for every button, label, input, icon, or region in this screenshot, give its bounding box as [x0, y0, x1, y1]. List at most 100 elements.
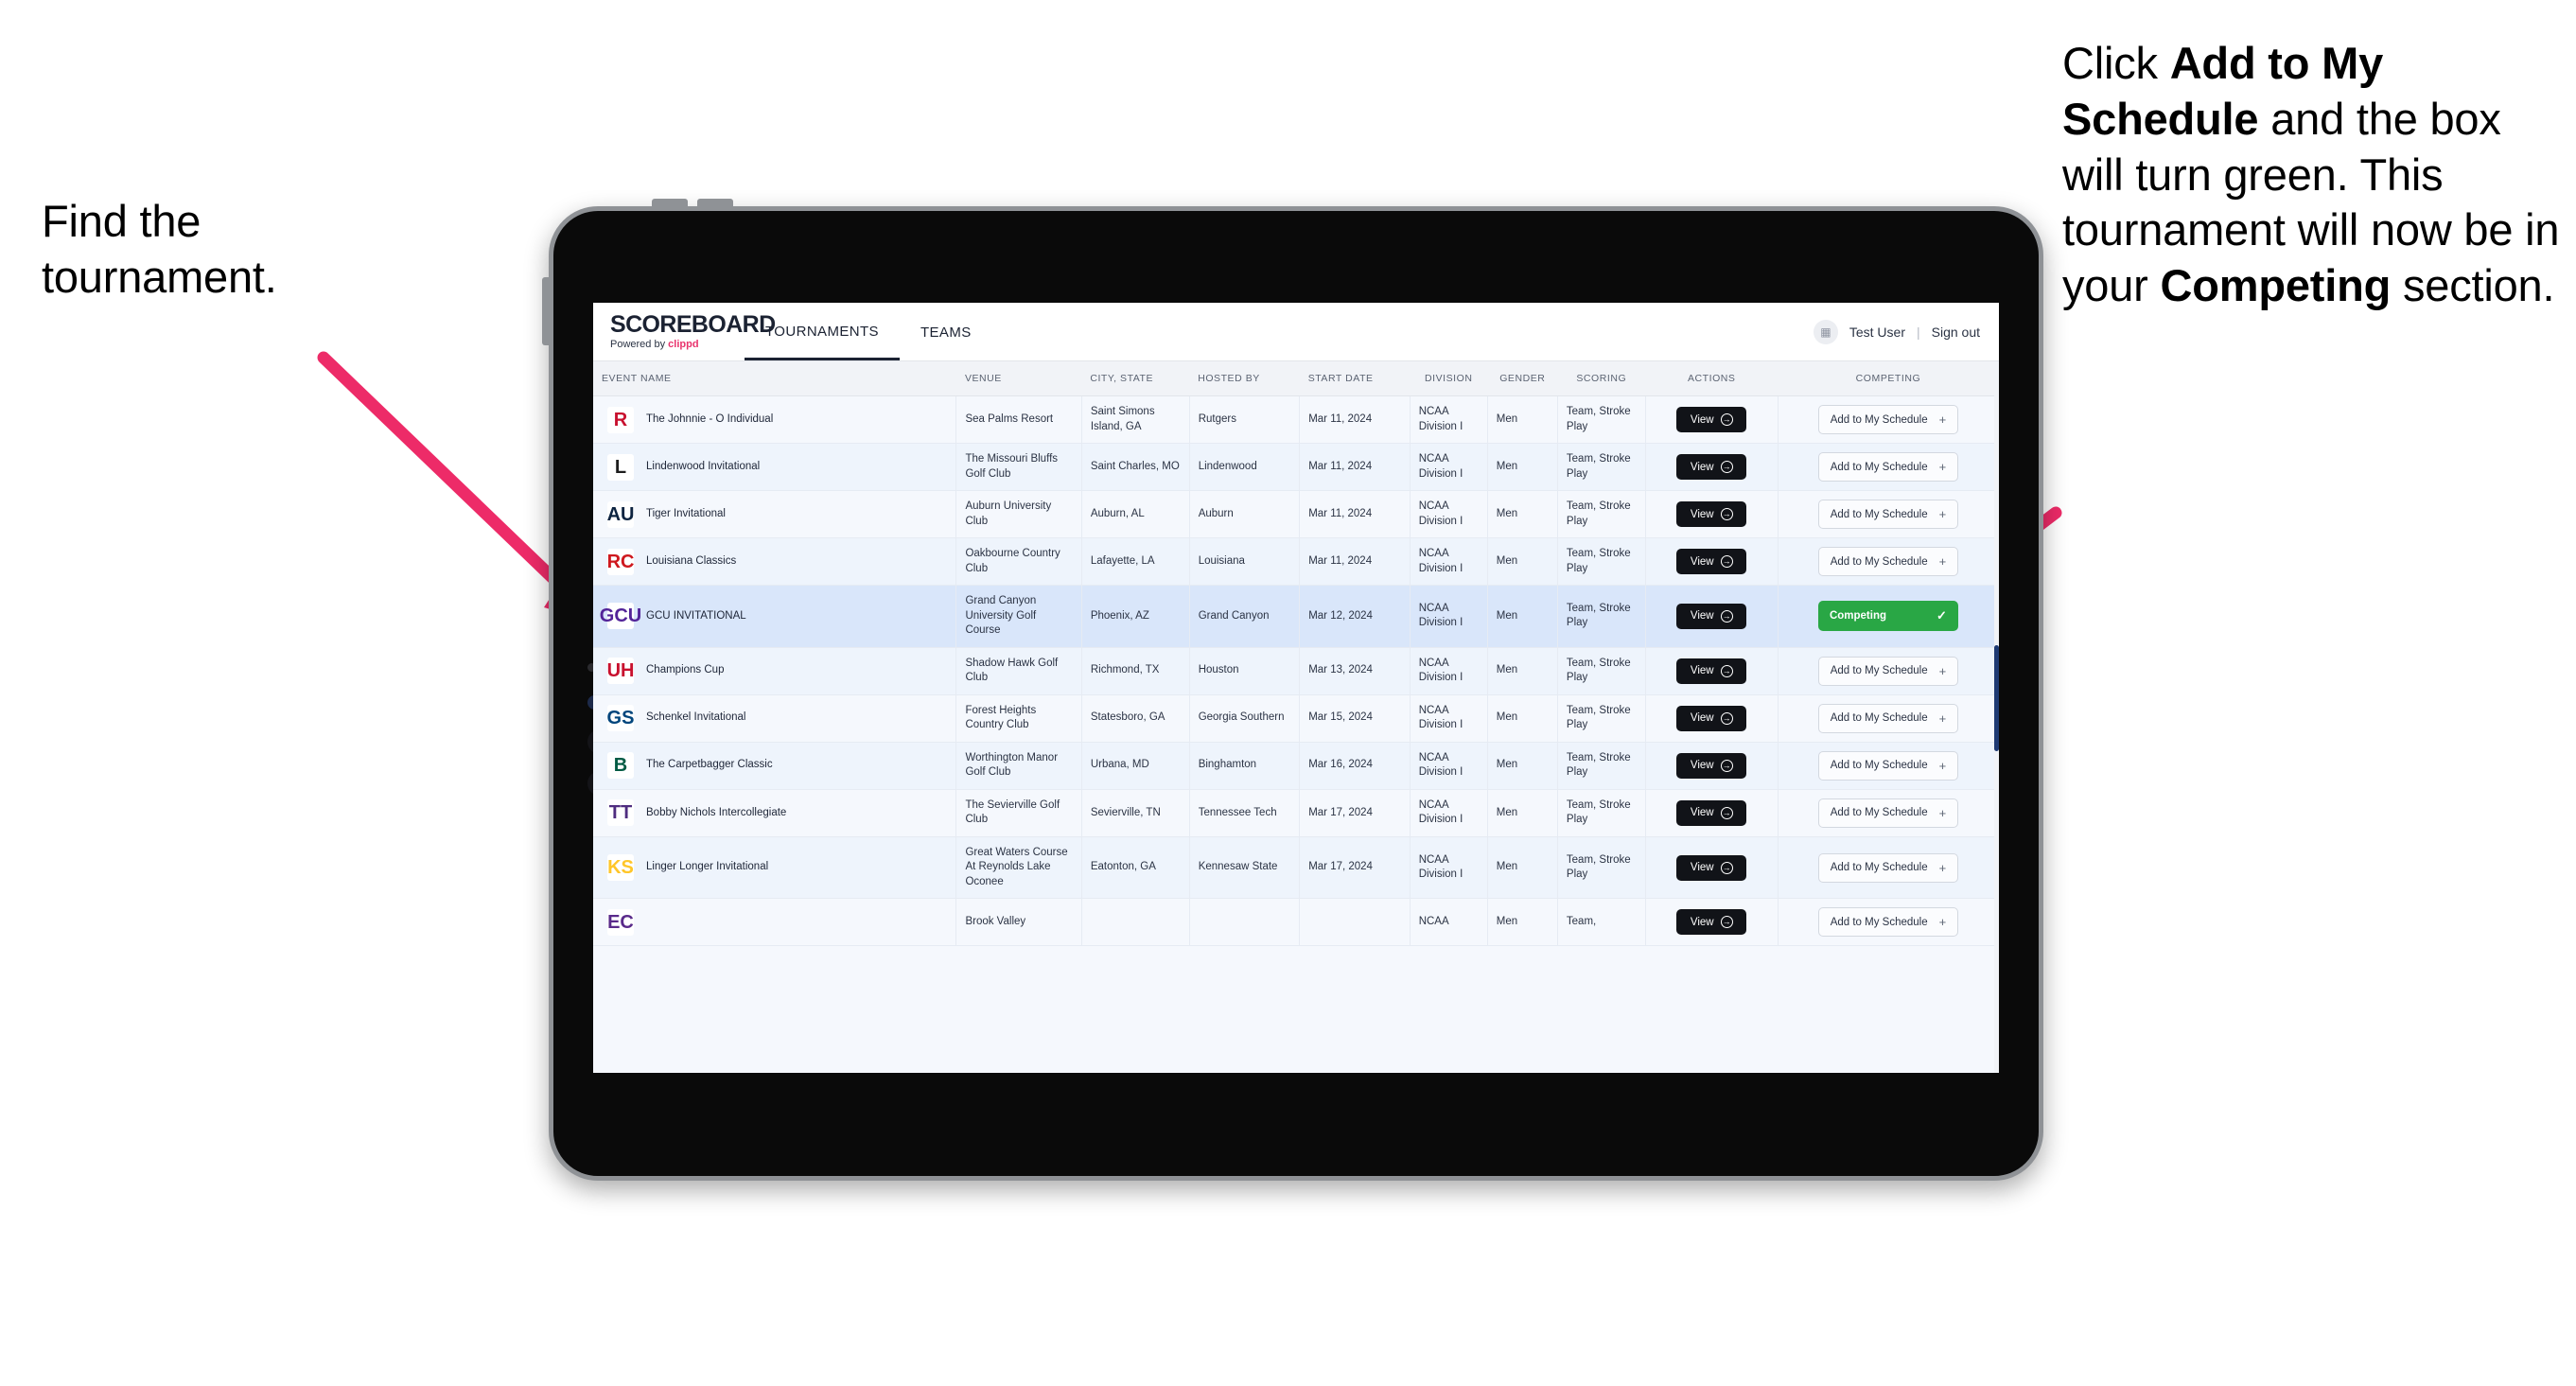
arrow-right-circle-icon: →	[1720, 413, 1733, 427]
column-header-division: DIVISION	[1410, 361, 1488, 396]
cell-hosted-by: Louisiana	[1189, 537, 1301, 587]
cell-event-name: KS Linger Longer Invitational	[593, 836, 957, 900]
column-header-actions: ACTIONS	[1645, 361, 1779, 396]
view-button[interactable]: View →	[1676, 799, 1747, 826]
view-button-label: View	[1690, 712, 1714, 725]
cell-start-date: Mar 11, 2024	[1299, 490, 1411, 539]
brand-logo[interactable]: SCOREBOARD Powered by clippd	[593, 313, 776, 350]
table-row[interactable]: GCU GCU INVITATIONAL Grand Canyon Universi…	[593, 585, 1999, 648]
arrow-right-circle-icon: →	[1720, 508, 1733, 521]
scrollbar-thumb[interactable]	[1994, 645, 1999, 751]
team-logo-icon: GS	[607, 705, 634, 732]
table-row[interactable]: UH Champions Cup Shadow Hawk Golf Club Rich…	[593, 647, 1999, 695]
plus-icon: +	[1938, 507, 1947, 522]
annotation-left-line1: Find the	[42, 196, 202, 246]
add-to-my-schedule-button[interactable]: Add to My Schedule +	[1817, 852, 1958, 883]
arrow-right-circle-icon: →	[1720, 711, 1733, 725]
cell-competing: Add to My Schedule +	[1778, 836, 1999, 900]
cell-event-name: TT Bobby Nichols Intercollegiate	[593, 789, 957, 837]
cell-city-state: Phoenix, AZ	[1081, 585, 1190, 648]
cell-division: NCAA Division I	[1410, 537, 1488, 587]
cell-venue: The Sevierville Golf Club	[955, 789, 1082, 837]
view-button-label: View	[1690, 508, 1714, 520]
view-button[interactable]: View →	[1676, 658, 1747, 684]
table-row[interactable]: L Lindenwood Invitational The Missouri Blu…	[593, 443, 1999, 492]
scrollbar-track[interactable]	[1994, 361, 1999, 1073]
table-row[interactable]: AU Tiger Invitational Auburn University Cl…	[593, 490, 1999, 539]
cell-venue: Worthington Manor Golf Club	[955, 742, 1082, 790]
add-button-label: Add to My Schedule	[1830, 760, 1928, 772]
cell-hosted-by: Kennesaw State	[1189, 836, 1301, 900]
view-button[interactable]: View →	[1676, 407, 1747, 433]
power-button[interactable]	[542, 277, 551, 345]
cell-city-state: Statesboro, GA	[1081, 694, 1190, 743]
view-button[interactable]: View →	[1676, 909, 1747, 936]
view-button[interactable]: View →	[1676, 454, 1747, 481]
add-to-my-schedule-button[interactable]: Add to My Schedule +	[1817, 750, 1958, 781]
cell-scoring: Team, Stroke Play	[1557, 537, 1646, 587]
view-button[interactable]: View →	[1676, 705, 1747, 731]
cell-event-name: B The Carpetbagger Classic	[593, 742, 957, 790]
view-button[interactable]: View →	[1676, 501, 1747, 528]
table-row[interactable]: TT Bobby Nichols Intercollegiate The Sevie…	[593, 789, 1999, 837]
view-button[interactable]: View →	[1676, 549, 1747, 575]
add-to-my-schedule-button[interactable]: Add to My Schedule +	[1817, 452, 1958, 482]
header-separator: |	[1916, 324, 1920, 340]
cell-gender: Men	[1487, 742, 1558, 790]
view-button[interactable]: View →	[1676, 752, 1747, 779]
volume-up-button[interactable]	[652, 199, 688, 208]
cell-hosted-by: Tennessee Tech	[1189, 789, 1301, 837]
cell-competing: Add to My Schedule +	[1778, 395, 1999, 445]
table-body: R The Johnnie - O Individual Sea Palms Res…	[593, 395, 1999, 947]
view-button[interactable]: View →	[1676, 854, 1747, 881]
annotation-right-bold-competing: Competing	[2160, 260, 2392, 310]
cell-gender: Men	[1487, 490, 1558, 539]
column-header-scoring: SCORING	[1557, 361, 1646, 396]
add-to-my-schedule-button[interactable]: Add to My Schedule +	[1817, 656, 1958, 686]
competing-button[interactable]: Competing ✓	[1817, 601, 1958, 632]
cell-division: NCAA Division I	[1410, 789, 1488, 837]
cell-gender: Men	[1487, 836, 1558, 900]
team-logo-icon: EC	[607, 908, 634, 936]
cell-event-name: R The Johnnie - O Individual	[593, 395, 957, 445]
cell-hosted-by	[1189, 898, 1301, 947]
table-row[interactable]: B The Carpetbagger Classic Worthington Man…	[593, 742, 1999, 790]
team-logo-icon: GCU	[600, 603, 641, 630]
add-to-my-schedule-button[interactable]: Add to My Schedule +	[1817, 500, 1958, 530]
add-to-my-schedule-button[interactable]: Add to My Schedule +	[1817, 798, 1958, 828]
add-to-my-schedule-button[interactable]: Add to My Schedule +	[1817, 405, 1958, 435]
add-to-my-schedule-button[interactable]: Add to My Schedule +	[1817, 547, 1958, 577]
cell-division: NCAA Division I	[1410, 836, 1488, 900]
view-button[interactable]: View →	[1676, 603, 1747, 629]
cell-division: NCAA Division I	[1410, 490, 1488, 539]
arrow-right-circle-icon: →	[1720, 609, 1733, 623]
table-row[interactable]: EC Brook Valley NCAA Men Team, View → Add to My…	[593, 898, 1999, 947]
table-row[interactable]: KS Linger Longer Invitational Great Waters…	[593, 836, 1999, 900]
tab-teams[interactable]: TEAMS	[900, 305, 992, 359]
cell-hosted-by: Houston	[1189, 647, 1301, 695]
add-to-my-schedule-button[interactable]: Add to My Schedule +	[1817, 907, 1958, 938]
volume-down-button[interactable]	[697, 199, 733, 208]
cell-division: NCAA Division I	[1410, 694, 1488, 743]
view-button-label: View	[1690, 916, 1714, 928]
table-header-row: EVENT NAME VENUE CITY, STATE HOSTED BY START…	[593, 361, 1999, 396]
table-row[interactable]: RC Louisiana Classics Oakbourne Country Cl…	[593, 537, 1999, 587]
tab-tournaments[interactable]: TOURNAMENTS	[745, 304, 900, 360]
cell-city-state: Urbana, MD	[1081, 742, 1190, 790]
view-button-label: View	[1690, 555, 1714, 568]
cell-city-state: Sevierville, TN	[1081, 789, 1190, 837]
competing-button-label: Competing	[1829, 610, 1887, 623]
cell-actions: View →	[1645, 647, 1779, 695]
sign-out-link[interactable]: Sign out	[1932, 325, 1980, 340]
event-name-label: The Carpetbagger Classic	[646, 759, 773, 771]
header-user-area: ▦ Test User | Sign out	[1813, 319, 1999, 344]
table-row[interactable]: GS Schenkel Invitational Forest Heights Co…	[593, 694, 1999, 743]
user-badge-icon[interactable]: ▦	[1813, 319, 1838, 344]
table-row[interactable]: R The Johnnie - O Individual Sea Palms Res…	[593, 395, 1999, 445]
arrow-right-circle-icon: →	[1720, 916, 1733, 929]
cell-scoring: Team, Stroke Play	[1557, 742, 1646, 790]
plus-icon: +	[1938, 711, 1947, 726]
add-to-my-schedule-button[interactable]: Add to My Schedule +	[1817, 703, 1958, 733]
cell-competing: Add to My Schedule +	[1778, 537, 1999, 587]
column-header-venue: VENUE	[955, 361, 1082, 396]
